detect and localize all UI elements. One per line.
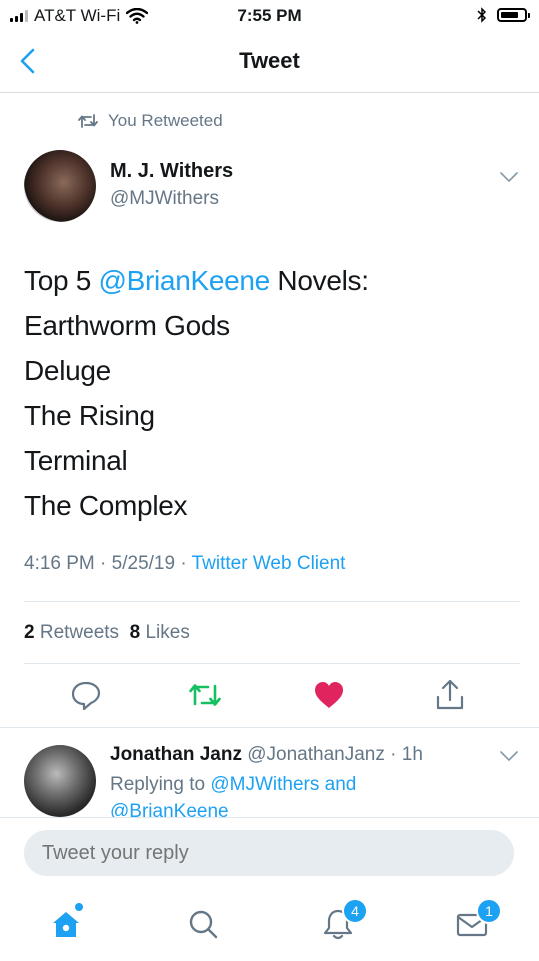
tweet-line: Top 5 @BrianKeene Novels:	[24, 265, 369, 296]
messages-badge: 1	[476, 898, 502, 924]
tweet-time: 4:16 PM	[24, 553, 95, 574]
reply-age: 1h	[401, 744, 423, 765]
mention-link[interactable]: @MJWithers	[210, 774, 319, 795]
status-time: 7:55 PM	[237, 6, 302, 25]
reply-author-name[interactable]: Jonathan Janz	[110, 744, 242, 765]
tweet-text: Top 5 @BrianKeene Novels: Earthworm Gods…	[24, 258, 369, 528]
divider	[24, 663, 520, 664]
share-icon[interactable]	[433, 678, 467, 712]
tweet-source-link[interactable]: Twitter Web Client	[192, 553, 346, 574]
tweet-line: The Complex	[24, 490, 188, 521]
tweet-line: Earthworm Gods	[24, 310, 230, 341]
engagement-counts: 2 Retweets 8 Likes	[24, 622, 190, 644]
likes-count-link[interactable]: 8 Likes	[130, 622, 190, 643]
home-unread-dot	[75, 903, 83, 911]
page-title: Tweet	[239, 48, 300, 73]
reply-header: Jonathan Janz @JonathanJanz · 1h	[110, 744, 423, 765]
status-bar: AT&T Wi-Fi 7:55 PM	[0, 0, 539, 32]
retweet-icon[interactable]	[188, 678, 222, 712]
mention-link[interactable]: @BrianKeene	[98, 265, 270, 296]
home-icon[interactable]	[49, 907, 83, 941]
tweet-line: Terminal	[24, 445, 128, 476]
reply-input[interactable]	[24, 830, 514, 876]
tweet-line: Deluge	[24, 355, 111, 386]
divider	[24, 601, 520, 602]
replying-to: Replying to @MJWithers and @BrianKeene	[110, 771, 510, 817]
tweet-date: 5/25/19	[111, 553, 176, 574]
bluetooth-icon	[477, 7, 487, 23]
author-name[interactable]: M. J. Withers	[110, 160, 233, 183]
author-handle[interactable]: @MJWithers	[110, 188, 219, 210]
chevron-down-icon[interactable]	[499, 749, 519, 763]
reply-author-avatar[interactable]	[24, 745, 96, 817]
tweet-meta: 4:16 PM · 5/25/19 · Twitter Web Client	[24, 553, 346, 574]
mention-link[interactable]: @BrianKeene	[110, 801, 229, 817]
retweet-small-icon	[78, 114, 98, 128]
retweets-count-link[interactable]: 2 Retweets	[24, 622, 119, 643]
composer-bar: 4 1	[0, 817, 539, 961]
like-icon[interactable]	[312, 678, 346, 712]
reply-icon[interactable]	[69, 678, 103, 712]
search-icon[interactable]	[186, 907, 220, 941]
retweet-label: You Retweeted	[108, 111, 223, 130]
reply-author-handle[interactable]: @JonathanJanz	[247, 744, 385, 765]
chevron-down-icon[interactable]	[499, 170, 519, 184]
tweet-line: The Rising	[24, 400, 155, 431]
notifications-badge: 4	[342, 898, 368, 924]
retweet-context: You Retweeted	[78, 111, 223, 131]
nav-bar: Tweet	[0, 32, 539, 93]
divider	[0, 727, 539, 728]
author-avatar[interactable]	[24, 150, 96, 222]
battery-icon	[497, 8, 530, 22]
status-right	[477, 7, 530, 23]
